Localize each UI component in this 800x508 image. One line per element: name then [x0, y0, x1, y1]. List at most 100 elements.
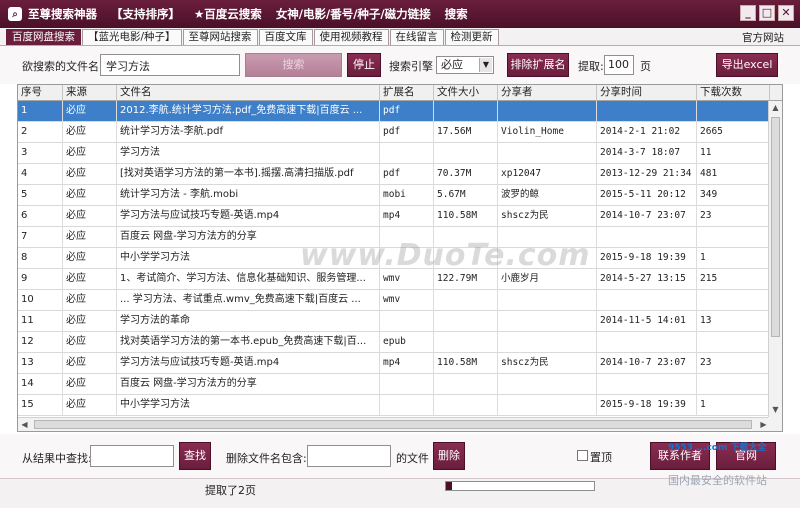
cell-share-time: 2014-10-7 23:07: [597, 206, 697, 227]
filename-input[interactable]: 学习方法: [100, 54, 240, 76]
cell-share-time: 2013-12-29 21:34: [597, 164, 697, 185]
cell-share-time: 2015-9-18 19:39: [597, 248, 697, 269]
title-menu-sort[interactable]: 【支持排序】: [111, 6, 180, 22]
table-row[interactable]: 6 必应 学习方法与应试技巧专题-英语.mp4 mp4 110.58M shscz为民 20…: [18, 206, 770, 227]
cell-share-time: 2014-5-27 13:15: [597, 269, 697, 290]
vertical-scroll-thumb[interactable]: [771, 117, 780, 337]
table-row[interactable]: 14 必应 百度云 网盘-学习方法方的分享: [18, 374, 770, 395]
table-row[interactable]: 12 必应 找对英语学习方法的第一本书.epub_免费高速下载|百... epub: [18, 332, 770, 353]
table-row[interactable]: 15 必应 中小学学习方法 2015-9-18 19:39 1: [18, 395, 770, 416]
cell-share-time: [597, 332, 697, 353]
table-row[interactable]: 5 必应 统计学习方法 - 李航.mobi mobi 5.67M 波罗的鲸 2015-5-1…: [18, 185, 770, 206]
cell-filename: 百度云 网盘-学习方法方的分享: [117, 374, 380, 395]
cell-source: 必应: [63, 353, 117, 374]
cell-index: 14: [18, 374, 63, 395]
extract-pages-input[interactable]: 100: [604, 55, 634, 75]
cell-downloads: 349: [697, 185, 770, 206]
table-row[interactable]: 11 必应 学习方法的革命 2014-11-5 14:01 13: [18, 311, 770, 332]
cell-sharer: 波罗的鲸: [498, 185, 597, 206]
table-row[interactable]: 4 必应 [找对英语学习方法的第一本书].摇摆.高清扫描版.pdf pdf 70.37M…: [18, 164, 770, 185]
filter-find-button[interactable]: 查找: [179, 442, 211, 470]
column-header-sharer[interactable]: 分享者: [498, 85, 597, 101]
filter-input[interactable]: [90, 445, 174, 467]
export-excel-button[interactable]: 导出excel: [716, 53, 778, 77]
app-title: 至尊搜索神器: [28, 7, 97, 21]
cell-downloads: 13: [697, 311, 770, 332]
search-button[interactable]: 搜索: [245, 53, 342, 77]
cell-filename: 2012.李航.统计学习方法.pdf_免费高速下载|百度云 ...: [117, 101, 380, 122]
title-menu-search[interactable]: 搜索: [445, 6, 468, 22]
scroll-up-icon[interactable]: ▲: [769, 101, 782, 115]
cell-downloads: 1: [697, 395, 770, 416]
tab-online-message[interactable]: 在线留言: [389, 29, 444, 45]
cell-extension: wmv: [380, 290, 434, 311]
cell-source: 必应: [63, 269, 117, 290]
scroll-down-icon[interactable]: ▼: [769, 403, 782, 417]
cell-filename: 统计学习方法-李航.pdf: [117, 122, 380, 143]
scroll-left-icon[interactable]: ◀: [18, 418, 31, 431]
cell-size: [434, 311, 498, 332]
cell-filename: ... 学习方法、考试重点.wmv_免费高速下载|百度云 ...: [117, 290, 380, 311]
cell-downloads: 481: [697, 164, 770, 185]
page-unit-label: 页: [640, 60, 651, 73]
tab-baidu-pan-search[interactable]: 百度网盘搜索: [6, 29, 81, 45]
tab-bluray-movies[interactable]: 【蓝光电影/种子】: [82, 29, 182, 45]
minimize-button[interactable]: _: [740, 5, 756, 21]
exclude-extensions-button[interactable]: 排除扩展名: [507, 53, 569, 77]
cell-size: 70.37M: [434, 164, 498, 185]
table-row[interactable]: 2 必应 统计学习方法-李航.pdf pdf 17.56M Violin_Home 2014…: [18, 122, 770, 143]
cell-downloads: [697, 101, 770, 122]
cell-size: [434, 332, 498, 353]
tab-site-search[interactable]: 至尊网站搜索: [182, 29, 258, 45]
column-header-downloads[interactable]: 下载次数: [697, 85, 770, 101]
status-text: 提取了2页: [205, 484, 256, 497]
cell-downloads: 1: [697, 248, 770, 269]
tab-video-tutorial[interactable]: 使用视频教程: [313, 29, 389, 45]
cell-filename: 学习方法: [117, 143, 380, 164]
cell-source: 必应: [63, 185, 117, 206]
table-row[interactable]: 13 必应 学习方法与应试技巧专题-英语.mp4 mp4 110.58M shscz为民 2…: [18, 353, 770, 374]
delete-button[interactable]: 删除: [433, 442, 465, 470]
tab-check-update[interactable]: 检测更新: [444, 29, 499, 45]
column-header-index[interactable]: 序号: [18, 85, 63, 101]
table-row[interactable]: 10 必应... 学习方法、考试重点.wmv_免费高速下载|百度云 ... wmv: [18, 290, 770, 311]
official-site-link[interactable]: 官方网站: [742, 30, 784, 45]
cell-filename: 找对英语学习方法的第一本书.epub_免费高速下载|百...: [117, 332, 380, 353]
delete-input[interactable]: [307, 445, 391, 467]
cell-filename: [找对英语学习方法的第一本书].摇摆.高清扫描版.pdf: [117, 164, 380, 185]
cell-index: 9: [18, 269, 63, 290]
cell-sharer: [498, 374, 597, 395]
cell-index: 3: [18, 143, 63, 164]
cell-size: [434, 290, 498, 311]
cell-sharer: xp12047: [498, 164, 597, 185]
column-header-filename[interactable]: 文件名: [117, 85, 380, 101]
pin-top-checkbox[interactable]: [577, 450, 588, 461]
maximize-button[interactable]: □: [759, 5, 775, 21]
cell-sharer: [498, 332, 597, 353]
cell-source: 必应: [63, 248, 117, 269]
close-button[interactable]: ✕: [778, 5, 794, 21]
table-row[interactable]: 1 必应 2012.李航.统计学习方法.pdf_免费高速下载|百度云 ... pdf: [18, 101, 770, 122]
cell-extension: [380, 311, 434, 332]
column-header-share-time[interactable]: 分享时间: [597, 85, 697, 101]
tab-baidu-wenku[interactable]: 百度文库: [258, 29, 313, 45]
horizontal-scrollbar[interactable]: ◀ ▶: [18, 417, 770, 431]
cell-index: 7: [18, 227, 63, 248]
pin-top-label: 置顶: [590, 451, 612, 464]
horizontal-scroll-thumb[interactable]: [34, 420, 752, 429]
title-menu-baidu-search[interactable]: ★百度云搜索: [194, 6, 262, 22]
scroll-corner: [768, 417, 782, 431]
column-header-extension[interactable]: 扩展名: [380, 85, 434, 101]
vertical-scrollbar[interactable]: ▲ ▼: [768, 101, 782, 417]
engine-select[interactable]: 必应 ▼: [436, 56, 494, 74]
cell-source: 必应: [63, 374, 117, 395]
stop-button[interactable]: 停止: [347, 53, 381, 77]
table-row[interactable]: 3 必应 学习方法 2014-3-7 18:07 11: [18, 143, 770, 164]
extract-progress-bar: [445, 481, 595, 491]
column-header-size[interactable]: 文件大小: [434, 85, 498, 101]
cell-size: 5.67M: [434, 185, 498, 206]
title-menu-categories[interactable]: 女神/电影/番号/种子/磁力链接: [276, 6, 431, 22]
cell-size: 110.58M: [434, 206, 498, 227]
column-header-source[interactable]: 来源: [63, 85, 117, 101]
chevron-down-icon[interactable]: ▼: [479, 58, 492, 72]
